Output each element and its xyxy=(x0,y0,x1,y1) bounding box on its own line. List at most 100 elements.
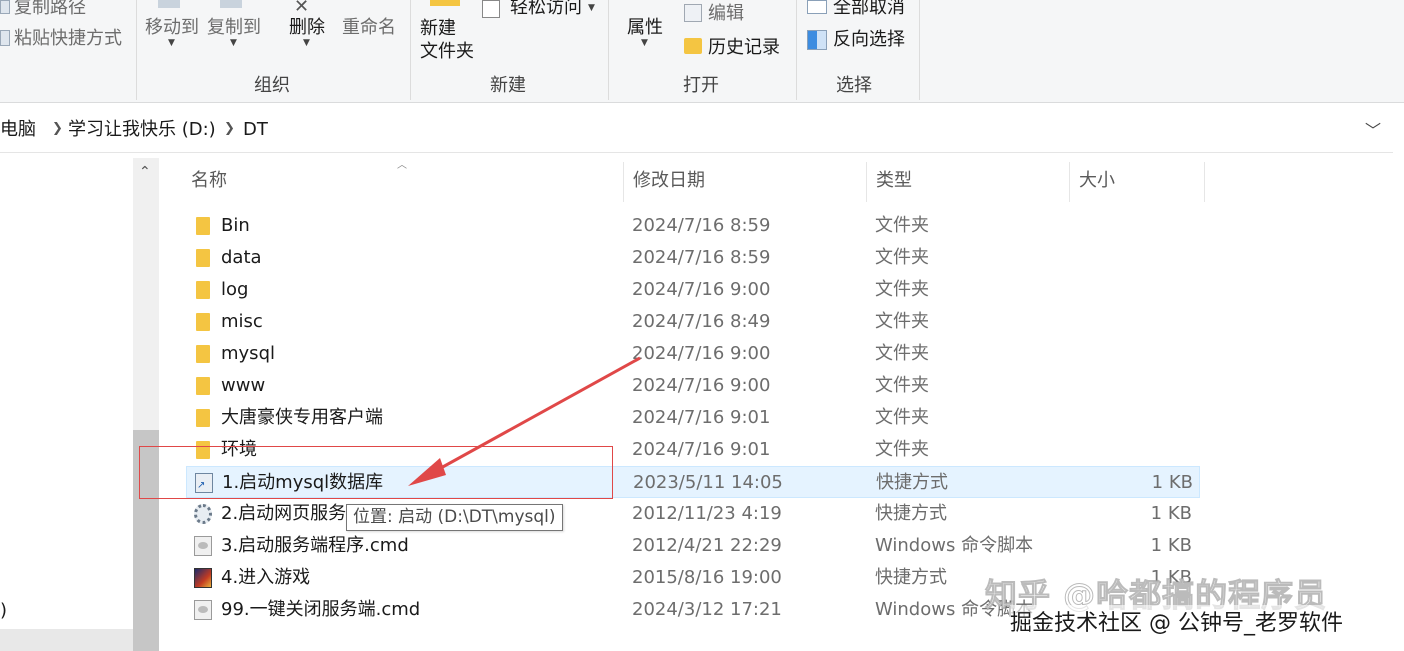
delete-button[interactable]: 删除 xyxy=(289,17,325,39)
file-row[interactable]: mysql 2024/7/16 9:00 文件夹 xyxy=(186,338,1200,370)
file-row[interactable]: 大唐豪侠专用客户端 2024/7/16 9:01 文件夹 xyxy=(186,402,1200,434)
edit-button[interactable]: 编辑 xyxy=(708,3,744,25)
file-size: 1 KB xyxy=(1150,535,1192,556)
file-name: misc xyxy=(221,311,263,332)
address-history-dropdown-icon[interactable]: ﹀ xyxy=(1365,117,1381,141)
file-row[interactable]: 3.启动服务端程序.cmd 2012/4/21 22:29 Windows 命令脚本… xyxy=(186,530,1200,562)
folder-icon xyxy=(196,249,210,267)
file-row[interactable]: Bin 2024/7/16 8:59 文件夹 xyxy=(186,210,1200,242)
file-type: 文件夹 xyxy=(875,247,929,268)
copy-to-button[interactable]: 复制到 xyxy=(207,17,261,39)
gear-shortcut-icon xyxy=(194,504,212,524)
folder-icon xyxy=(196,217,210,235)
properties-button[interactable]: 属性 xyxy=(627,17,663,39)
easy-access-button[interactable]: 轻松访问 xyxy=(510,0,582,19)
nav-pane-item-partial[interactable]: ) xyxy=(0,600,7,621)
ribbon-separator xyxy=(410,0,411,100)
select-none-button[interactable]: 全部取消 xyxy=(833,0,905,19)
new-folder-button[interactable]: 新建 文件夹 xyxy=(420,17,474,63)
file-type: 快捷方式 xyxy=(876,472,948,493)
file-modified: 2023/5/11 14:05 xyxy=(633,472,783,493)
file-modified: 2024/7/16 8:49 xyxy=(632,311,771,332)
file-name: www xyxy=(221,375,266,396)
file-row[interactable]: 2.启动网页服务 2012/11/23 4:19 快捷方式 1 KB xyxy=(186,498,1200,530)
select-none-icon xyxy=(807,0,827,14)
file-size: 1 KB xyxy=(1151,472,1193,493)
column-header-modified[interactable]: 修改日期 xyxy=(633,170,705,192)
file-modified: 2024/3/12 17:21 xyxy=(632,599,782,620)
copy-path-button[interactable]: 复制路径 xyxy=(14,0,86,19)
properties-dropdown-icon[interactable]: ▼ xyxy=(641,38,648,48)
folder-icon xyxy=(196,345,210,363)
breadcrumb-this-pc[interactable]: 电脑 xyxy=(0,119,36,141)
ribbon-separator xyxy=(608,0,609,100)
file-row[interactable]: data 2024/7/16 8:59 文件夹 xyxy=(186,242,1200,274)
location-tooltip: 位置: 启动 (D:\DT\mysql) xyxy=(346,504,563,531)
file-type: 文件夹 xyxy=(875,279,929,300)
breadcrumb-dt[interactable]: DT xyxy=(243,119,268,141)
breadcrumb-drive-d[interactable]: 学习让我快乐 (D:) xyxy=(68,119,216,141)
folder-icon xyxy=(196,313,210,331)
ribbon-separator xyxy=(796,0,797,100)
edit-icon xyxy=(684,4,702,22)
file-name: 3.启动服务端程序.cmd xyxy=(221,535,409,556)
column-divider[interactable] xyxy=(1204,162,1205,202)
file-type: Windows 命令脚本 xyxy=(875,535,1034,556)
copy-to-dropdown-icon[interactable]: ▼ xyxy=(230,38,237,48)
column-divider[interactable] xyxy=(623,162,624,202)
copy-to-icon xyxy=(220,0,242,8)
breadcrumb-chevron-icon[interactable]: ❯ xyxy=(52,121,63,136)
file-row[interactable]: misc 2024/7/16 8:49 文件夹 xyxy=(186,306,1200,338)
column-header-type[interactable]: 类型 xyxy=(876,170,912,192)
column-divider[interactable] xyxy=(1069,162,1070,202)
column-divider[interactable] xyxy=(866,162,867,202)
history-button[interactable]: 历史记录 xyxy=(708,37,780,59)
nav-pane-scrollbar[interactable]: ⌃ xyxy=(133,158,159,651)
invert-selection-button[interactable]: 反向选择 xyxy=(833,29,905,51)
file-modified: 2024/7/16 9:00 xyxy=(632,375,771,396)
file-type: 快捷方式 xyxy=(875,503,947,524)
paste-shortcut-icon xyxy=(0,30,10,46)
file-type: 文件夹 xyxy=(875,375,929,396)
file-modified: 2015/8/16 19:00 xyxy=(632,567,782,588)
file-name: data xyxy=(221,247,262,268)
file-type: 文件夹 xyxy=(875,439,929,460)
file-name: mysql xyxy=(221,343,275,364)
history-icon xyxy=(684,38,702,54)
ribbon-separator xyxy=(136,0,137,100)
easy-access-dropdown-icon[interactable]: ▼ xyxy=(588,3,595,13)
file-type: 文件夹 xyxy=(875,407,929,428)
game-shortcut-icon xyxy=(194,568,212,588)
delete-dropdown-icon[interactable]: ▼ xyxy=(303,38,310,48)
juejin-watermark: 掘金技术社区 @ 公钟号_老罗软件 xyxy=(1010,605,1343,637)
file-modified: 2024/7/16 9:00 xyxy=(632,343,771,364)
breadcrumb-chevron-icon[interactable]: ❯ xyxy=(224,121,235,136)
rename-button[interactable]: 重命名 xyxy=(342,17,396,39)
new-folder-label-line1: 新建 xyxy=(420,18,456,39)
file-modified: 2024/7/16 8:59 xyxy=(632,215,771,236)
file-modified: 2012/11/23 4:19 xyxy=(632,503,782,524)
new-folder-label-line2: 文件夹 xyxy=(420,41,474,62)
new-folder-icon xyxy=(430,0,460,6)
sort-ascending-icon: ︿ xyxy=(397,160,407,171)
file-modified: 2024/7/16 9:01 xyxy=(632,439,771,460)
new-group-label: 新建 xyxy=(490,75,526,96)
move-to-dropdown-icon[interactable]: ▼ xyxy=(168,38,175,48)
file-row[interactable]: www 2024/7/16 9:00 文件夹 xyxy=(186,370,1200,402)
nav-pane-bottom-item[interactable] xyxy=(0,629,133,651)
file-type: 文件夹 xyxy=(875,311,929,332)
move-to-button[interactable]: 移动到 xyxy=(145,17,199,39)
scroll-up-icon[interactable]: ⌃ xyxy=(139,164,151,180)
file-modified: 2012/4/21 22:29 xyxy=(632,535,782,556)
address-bar[interactable]: 电脑 ❯ 学习让我快乐 (D:) ❯ DT ﹀ xyxy=(0,109,1393,153)
paste-shortcut-button[interactable]: 粘贴快捷方式 xyxy=(14,28,122,50)
column-header-size[interactable]: 大小 xyxy=(1079,170,1115,192)
column-header-name[interactable]: 名称 xyxy=(191,170,227,192)
folder-icon xyxy=(196,377,210,395)
file-size: 1 KB xyxy=(1150,503,1192,524)
file-name: 4.进入游戏 xyxy=(221,567,311,588)
folder-icon xyxy=(196,281,210,299)
file-row[interactable]: log 2024/7/16 9:00 文件夹 xyxy=(186,274,1200,306)
file-type: 快捷方式 xyxy=(875,567,947,588)
file-name: 2.启动网页服务 xyxy=(221,503,347,524)
